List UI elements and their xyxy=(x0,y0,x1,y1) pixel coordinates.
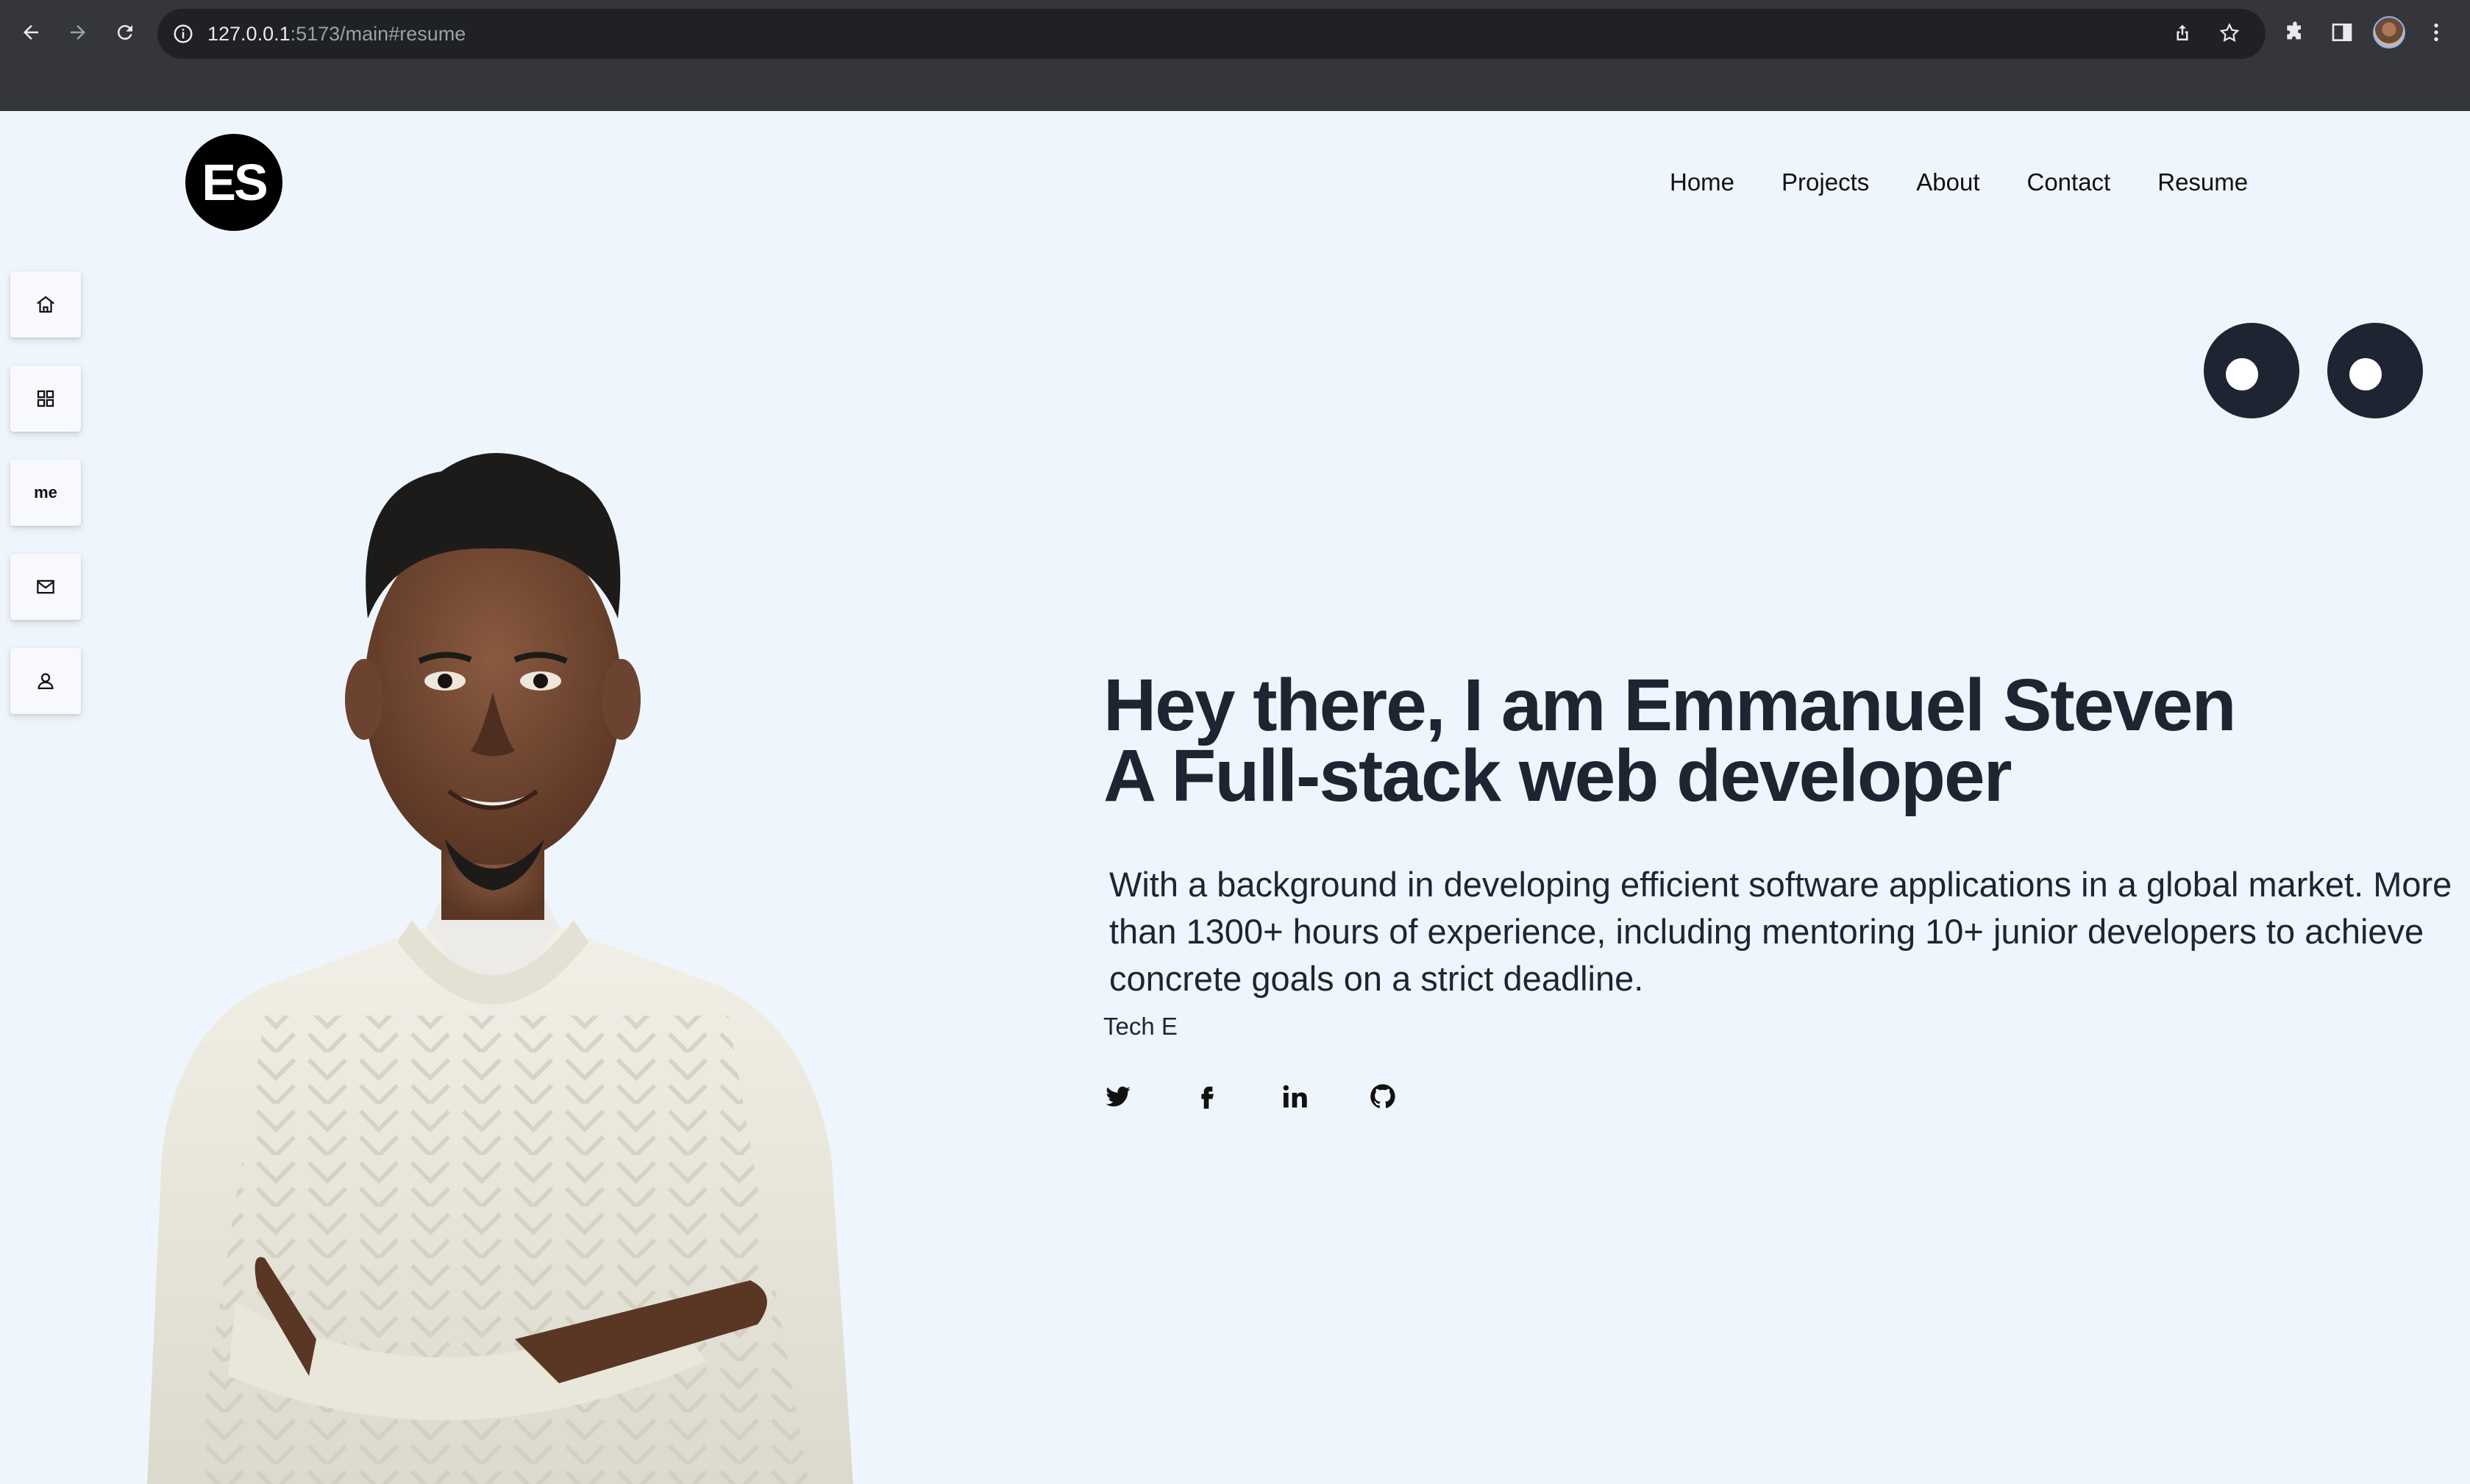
site-logo[interactable]: ES xyxy=(185,134,282,231)
hero-headline: Hey there, I am Emmanuel Steven A Full-s… xyxy=(1103,664,2427,817)
linkedin-link[interactable] xyxy=(1278,1080,1311,1113)
eye-right xyxy=(2327,323,2423,418)
extensions-button[interactable] xyxy=(2279,16,2311,49)
avatar xyxy=(2373,16,2405,49)
browser-chrome: 127.0.0.1:5173/main#resume xyxy=(0,0,2470,111)
puzzle-icon xyxy=(2287,21,2301,40)
github-icon xyxy=(1370,1084,1395,1108)
side-nav-projects[interactable] xyxy=(10,365,81,432)
side-nav-contact[interactable] xyxy=(10,554,81,620)
arrow-right-icon xyxy=(71,25,85,40)
pupil xyxy=(2226,358,2258,390)
share-icon xyxy=(2177,24,2188,40)
github-link[interactable] xyxy=(1367,1080,1399,1113)
side-nav-me-label: me xyxy=(34,483,57,502)
social-links xyxy=(1102,1080,1455,1113)
side-panel-icon xyxy=(2332,24,2352,41)
pupil xyxy=(2349,358,2382,390)
mail-icon xyxy=(37,579,54,594)
nav-link-home[interactable]: Home xyxy=(1670,168,1734,196)
bookmark-button[interactable] xyxy=(2217,21,2242,46)
nav-link-contact[interactable]: Contact xyxy=(2027,168,2111,196)
nav-link-about[interactable]: About xyxy=(1916,168,1979,196)
share-button[interactable] xyxy=(2170,21,2195,46)
side-nav: me xyxy=(10,271,81,742)
address-bar[interactable]: 127.0.0.1:5173/main#resume xyxy=(157,9,2266,59)
hero-tag: Tech E xyxy=(1103,1013,1178,1040)
profile-button[interactable] xyxy=(2373,16,2405,49)
linkedin-icon xyxy=(1283,1085,1307,1107)
side-nav-home[interactable] xyxy=(10,271,81,338)
browser-menu-button[interactable] xyxy=(2420,16,2452,49)
arrow-left-icon xyxy=(24,25,38,40)
reload-icon xyxy=(117,25,132,40)
hero-bio: With a background in developing efficien… xyxy=(1109,865,2452,998)
home-icon xyxy=(37,296,54,313)
nav-link-projects[interactable]: Projects xyxy=(1782,168,1869,196)
side-panel-button[interactable] xyxy=(2326,16,2358,49)
user-icon xyxy=(38,673,54,690)
forward-button[interactable] xyxy=(62,16,94,49)
grid-icon xyxy=(37,390,54,407)
url-path: :5173/main#resume xyxy=(290,22,466,45)
profile-photo xyxy=(147,453,853,1484)
more-vert-icon xyxy=(2434,24,2438,41)
hero-headline-line-2: A Full-stack web developer xyxy=(1103,735,2012,817)
page: ES Home Projects About Contact Resume me xyxy=(0,111,2470,1484)
facebook-icon xyxy=(1201,1086,1214,1109)
hero-headline-line-1: Hey there, I am Emmanuel Steven xyxy=(1103,664,2237,746)
back-button[interactable] xyxy=(15,16,47,49)
info-icon[interactable] xyxy=(172,23,194,45)
star-icon xyxy=(2219,23,2240,42)
side-nav-profile[interactable] xyxy=(10,648,81,714)
reload-button[interactable] xyxy=(109,16,141,49)
url-host: 127.0.0.1 xyxy=(207,22,291,45)
side-nav-about[interactable]: me xyxy=(10,460,81,526)
eye-left xyxy=(2204,323,2299,418)
twitter-link[interactable] xyxy=(1102,1080,1134,1113)
facebook-link[interactable] xyxy=(1190,1080,1222,1113)
top-nav: Home Projects About Contact Resume xyxy=(1670,168,2295,196)
nav-link-resume[interactable]: Resume xyxy=(2157,168,2248,196)
browser-toolbar: 127.0.0.1:5173/main#resume xyxy=(0,6,2470,59)
twitter-icon xyxy=(1106,1086,1131,1107)
